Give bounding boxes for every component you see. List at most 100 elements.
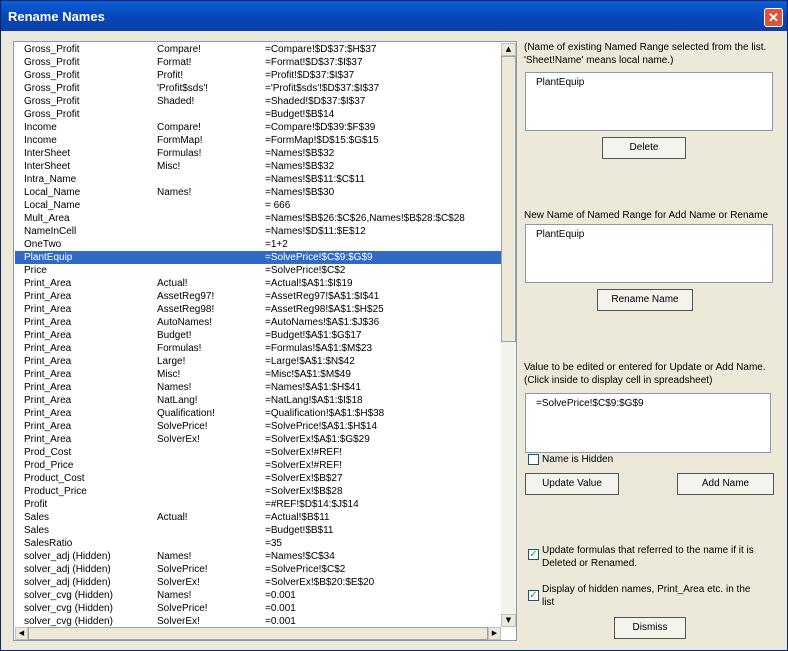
list-item[interactable]: Gross_Profit Compare! =Compare!$D$37:$H$37: [15, 43, 501, 56]
list-item-refers-to: =NatLang!$A$1:$I$18: [265, 395, 363, 406]
horizontal-scrollbar[interactable]: ◀ ▶: [15, 627, 501, 640]
scroll-left-arrow-icon[interactable]: ◀: [15, 627, 28, 640]
list-item[interactable]: Profit =#REF!$D$14:$J$14: [15, 498, 501, 511]
list-item[interactable]: PlantEquip =SolvePrice!$C$9:$G$9: [15, 251, 501, 264]
vertical-scroll-thumb[interactable]: [501, 56, 516, 342]
list-item-refers-to: =SolvePrice!$C$2: [265, 265, 346, 276]
list-item[interactable]: Print_Area Large! =Large!$A$1:$N$42: [15, 355, 501, 368]
list-item-sheet: Qualification!: [157, 408, 215, 419]
list-item-name: Print_Area: [24, 317, 72, 328]
list-item[interactable]: Gross_Profit Profit! =Profit!$D$37:$I$37: [15, 69, 501, 82]
list-item[interactable]: solver_cvg (Hidden) SolvePrice! =0.001: [15, 602, 501, 615]
list-item-name: InterSheet: [24, 148, 71, 159]
list-item[interactable]: Gross_Profit 'Profit$sds'! ='Profit$sds'!$…: [15, 82, 501, 95]
list-item-name: solver_cvg (Hidden): [24, 603, 113, 614]
list-item[interactable]: Print_Area Actual! =Actual!$A$1:$I$19: [15, 277, 501, 290]
list-item[interactable]: solver_adj (Hidden) SolverEx! =SolverEx!$B…: [15, 576, 501, 589]
names-list[interactable]: Gross_Profit Compare! =Compare!$D$37:$H$37…: [13, 41, 517, 641]
list-item-refers-to: =Names!$B$30: [265, 187, 335, 198]
list-item-sheet: SolvePrice!: [157, 564, 208, 575]
horizontal-scroll-thumb[interactable]: [28, 627, 488, 640]
list-item-refers-to: =SolverEx!$B$20:$E$20: [265, 577, 375, 588]
list-item[interactable]: InterSheet Misc! =Names!$B$32: [15, 160, 501, 173]
list-item[interactable]: Print_Area Budget! =Budget!$A$1:$G$17: [15, 329, 501, 342]
list-item-sheet: SolvePrice!: [157, 421, 208, 432]
list-item-sheet: SolverEx!: [157, 434, 200, 445]
list-item-sheet: Large!: [157, 356, 186, 367]
list-item[interactable]: Print_Area NatLang! =NatLang!$A$1:$I$18: [15, 394, 501, 407]
list-item[interactable]: Local_Name = 666: [15, 199, 501, 212]
list-item[interactable]: Prod_Price =SolverEx!#REF!: [15, 459, 501, 472]
scroll-down-arrow-icon[interactable]: ▼: [501, 614, 516, 627]
list-item[interactable]: Print_Area SolverEx! =SolverEx!$A$1:$G$29: [15, 433, 501, 446]
list-item[interactable]: Local_Name Names! =Names!$B$30: [15, 186, 501, 199]
list-item[interactable]: Intra_Name =Names!$B$11:$C$11: [15, 173, 501, 186]
list-item-name: Gross_Profit: [24, 83, 80, 94]
list-item-name: Print_Area: [24, 304, 72, 315]
value-field[interactable]: =SolvePrice!$C$9:$G$9: [525, 393, 771, 453]
list-item[interactable]: Print_Area AutoNames! =AutoNames!$A$1:$J$3…: [15, 316, 501, 329]
list-item[interactable]: Price =SolvePrice!$C$2: [15, 264, 501, 277]
list-item[interactable]: OneTwo =1+2: [15, 238, 501, 251]
list-item[interactable]: Print_Area Names! =Names!$A$1:$H$41: [15, 381, 501, 394]
list-item-name: Print_Area: [24, 408, 72, 419]
list-item[interactable]: Sales Actual! =Actual!$B$11: [15, 511, 501, 524]
list-item-name: Gross_Profit: [24, 57, 80, 68]
list-item[interactable]: Product_Price =SolverEx!$B$28: [15, 485, 501, 498]
rename-name-button[interactable]: Rename Name: [597, 289, 693, 311]
display-hidden-checkbox[interactable]: ✓: [528, 590, 539, 601]
list-item-sheet: 'Profit$sds'!: [157, 83, 209, 94]
list-item[interactable]: solver_cvg (Hidden) Names! =0.001: [15, 589, 501, 602]
vertical-scrollbar[interactable]: ▲ ▼: [501, 43, 516, 627]
existing-name-field[interactable]: PlantEquip: [525, 72, 773, 131]
add-name-button[interactable]: Add Name: [677, 473, 774, 495]
list-item-name: Local_Name: [24, 200, 81, 211]
list-item[interactable]: Income FormMap! =FormMap!$D$15:$G$15: [15, 134, 501, 147]
list-item[interactable]: Gross_Profit Shaded! =Shaded!$D$37:$I$37: [15, 95, 501, 108]
list-item[interactable]: Sales =Budget!$B$11: [15, 524, 501, 537]
list-item-sheet: Names!: [157, 187, 192, 198]
list-item[interactable]: Mult_Area =Names!$B$26:$C$26,Names!$B$28:…: [15, 212, 501, 225]
list-item[interactable]: Income Compare! =Compare!$D$39:$F$39: [15, 121, 501, 134]
list-item-refers-to: =AssetReg97!$A$1:$I$41: [265, 291, 380, 302]
list-item-sheet: Names!: [157, 590, 192, 601]
list-item-refers-to: =1+2: [265, 239, 288, 250]
list-item[interactable]: solver_adj (Hidden) Names! =Names!$C$34: [15, 550, 501, 563]
list-item-refers-to: =Actual!$A$1:$I$19: [265, 278, 353, 289]
list-item[interactable]: NameInCell =Names!$D$11:$E$12: [15, 225, 501, 238]
update-value-button[interactable]: Update Value: [525, 473, 619, 495]
list-item[interactable]: Print_Area Qualification! =Qualification!$…: [15, 407, 501, 420]
list-item-refers-to: =SolverEx!#REF!: [265, 447, 342, 458]
update-formulas-checkbox[interactable]: ✓: [528, 549, 539, 560]
list-item[interactable]: Print_Area AssetReg98! =AssetReg98!$A$1:$H…: [15, 303, 501, 316]
list-item[interactable]: solver_adj (Hidden) SolvePrice! =SolvePric…: [15, 563, 501, 576]
list-item-sheet: AssetReg98!: [157, 304, 215, 315]
list-item-refers-to: =0.001: [265, 603, 296, 614]
list-item-sheet: Formulas!: [157, 343, 202, 354]
list-item-name: Intra_Name: [24, 174, 77, 185]
list-item[interactable]: Gross_Profit =Budget!$B$14: [15, 108, 501, 121]
name-is-hidden-checkbox[interactable]: [528, 454, 539, 465]
list-item[interactable]: Print_Area SolvePrice! =SolvePrice!$A$1:$H…: [15, 420, 501, 433]
scroll-up-arrow-icon[interactable]: ▲: [501, 43, 516, 56]
list-item[interactable]: Product_Cost =SolverEx!$B$27: [15, 472, 501, 485]
list-item[interactable]: Print_Area Misc! =Misc!$A$1:$M$49: [15, 368, 501, 381]
list-item[interactable]: Print_Area Formulas! =Formulas!$A$1:$M$23: [15, 342, 501, 355]
dismiss-button[interactable]: Dismiss: [614, 617, 686, 639]
list-item[interactable]: SalesRatio =35: [15, 537, 501, 550]
list-item-name: Print_Area: [24, 434, 72, 445]
delete-button[interactable]: Delete: [602, 137, 686, 159]
list-item-sheet: Formulas!: [157, 148, 202, 159]
list-item-name: Income: [24, 135, 57, 146]
list-item[interactable]: Print_Area AssetReg97! =AssetReg97!$A$1:$I…: [15, 290, 501, 303]
new-name-field[interactable]: PlantEquip: [525, 224, 773, 283]
scroll-right-arrow-icon[interactable]: ▶: [488, 627, 501, 640]
list-item[interactable]: Gross_Profit Format! =Format!$D$37:$I$37: [15, 56, 501, 69]
list-item-refers-to: ='Profit$sds'!$D$37:$I$37: [265, 83, 380, 94]
list-item[interactable]: InterSheet Formulas! =Names!$B$32: [15, 147, 501, 160]
close-button[interactable]: ✕: [764, 8, 783, 27]
list-item[interactable]: Prod_Cost =SolverEx!#REF!: [15, 446, 501, 459]
list-item-name: solver_adj (Hidden): [24, 564, 111, 575]
list-item-name: Print_Area: [24, 421, 72, 432]
list-item-refers-to: =Budget!$B$14: [265, 109, 335, 120]
